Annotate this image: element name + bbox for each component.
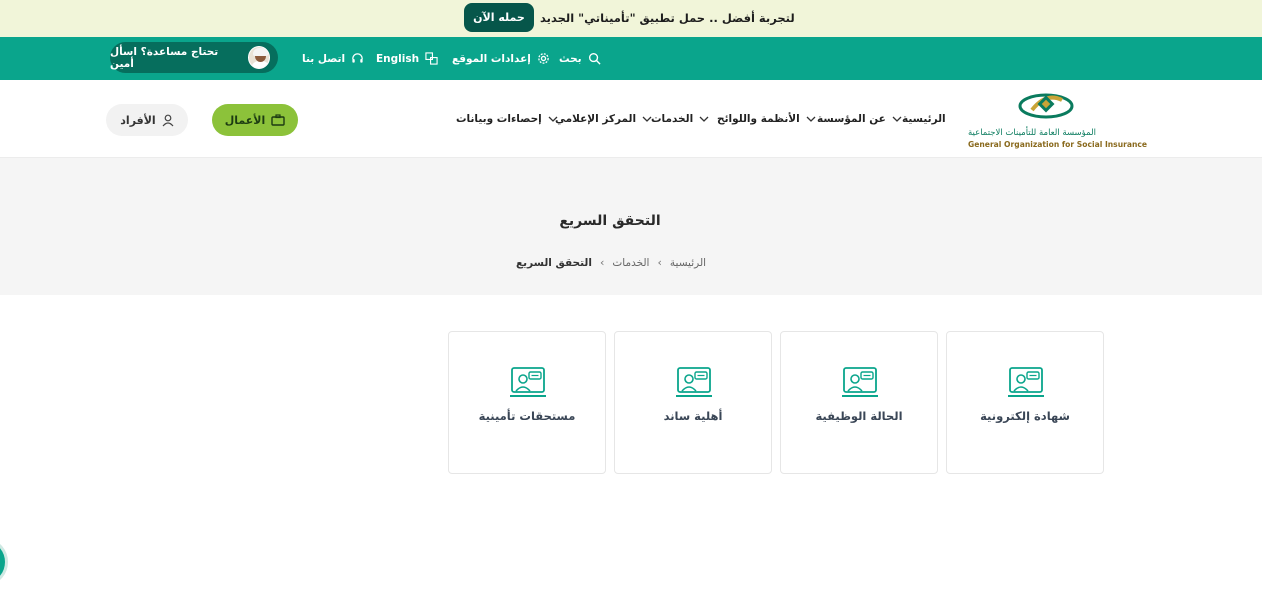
chevron-down-icon <box>806 116 816 122</box>
promo-text: لتجربة أفضل .. حمل تطبيق "تأميناتي" الجد… <box>540 11 795 25</box>
service-card-insurance-dues[interactable]: مستحقات تأمينية <box>448 331 606 474</box>
logo-english-text: General Organization for Social Insuranc… <box>968 140 1148 149</box>
chevron-down-icon <box>892 116 902 122</box>
search-label: بحث <box>559 52 582 65</box>
nav-services-label: الخدمات <box>651 113 694 125</box>
nav-home-label: الرئيسية <box>902 113 946 125</box>
nav-about[interactable]: عن المؤسسة <box>817 113 902 125</box>
business-label: الأعمال <box>224 113 266 127</box>
nav-media[interactable]: المركز الإعلامي <box>555 113 652 125</box>
business-button[interactable]: الأعمال <box>212 104 298 136</box>
search-link[interactable]: بحث <box>559 37 601 80</box>
chevron-left-icon: ‹ <box>657 256 662 269</box>
card-label: أهلية ساند <box>663 409 723 423</box>
contact-link[interactable]: اتصل بنا <box>302 37 364 80</box>
support-agent-icon <box>510 367 546 397</box>
individuals-button[interactable]: الأفراد <box>106 104 188 136</box>
user-icon <box>162 114 174 126</box>
service-card-employment-status[interactable]: الحالة الوظيفية <box>780 331 938 474</box>
card-label: الحالة الوظيفية <box>815 409 903 423</box>
chevron-down-icon <box>699 116 709 122</box>
headset-icon <box>352 53 363 63</box>
nav-services[interactable]: الخدمات <box>651 113 709 125</box>
nav-stats-label: إحصاءات وبيانات <box>456 113 542 125</box>
card-label: شهادة إلكترونية <box>980 409 1070 423</box>
language-label: English <box>376 52 420 65</box>
gear-icon <box>538 53 549 64</box>
nav-media-label: المركز الإعلامي <box>555 113 637 125</box>
page-title: التحقق السريع <box>559 213 661 229</box>
breadcrumb-home[interactable]: الرئيسية <box>670 257 706 269</box>
nav-regulations-label: الأنظمة واللوائح <box>717 113 800 125</box>
contact-label: اتصل بنا <box>302 52 346 65</box>
language-switch[interactable]: English <box>376 37 438 80</box>
breadcrumb-current: التحقق السريع <box>516 256 592 269</box>
settings-label: إعدادات الموقع <box>452 52 531 65</box>
chevron-down-icon <box>642 116 652 122</box>
ask-ameen-button[interactable]: تحتاج مساعدة؟ اسأل أمين <box>110 42 278 73</box>
download-app-button[interactable]: حمله الآن <box>464 3 534 32</box>
assistant-avatar <box>247 46 270 69</box>
chevron-left-icon: ‹ <box>599 256 605 269</box>
card-label: مستحقات تأمينية <box>478 409 576 423</box>
service-card-saned-eligibility[interactable]: أهلية ساند <box>614 331 772 474</box>
nav-about-label: عن المؤسسة <box>817 113 886 125</box>
help-label: تحتاج مساعدة؟ اسأل أمين <box>110 45 219 70</box>
translate-icon <box>425 52 438 65</box>
nav-regulations[interactable]: الأنظمة واللوائح <box>717 113 816 125</box>
support-agent-icon <box>676 367 712 397</box>
promo-banner: لتجربة أفضل .. حمل تطبيق "تأميناتي" الجد… <box>0 0 1262 37</box>
site-settings-link[interactable]: إعدادات الموقع <box>452 37 550 80</box>
support-agent-icon <box>842 367 878 397</box>
chat-fab-button[interactable] <box>0 540 8 584</box>
service-card-e-certificate[interactable]: شهادة إلكترونية <box>946 331 1104 474</box>
chevron-down-icon <box>548 116 558 122</box>
briefcase-icon <box>271 114 285 126</box>
logo-arabic-text: المؤسسة العامة للتأمينات الاجتماعية <box>968 128 1096 138</box>
support-agent-icon <box>1008 367 1044 397</box>
search-icon <box>588 52 601 65</box>
breadcrumb: الرئيسية ‹ الخدمات ‹ التحقق السريع <box>516 256 706 269</box>
breadcrumb-services[interactable]: الخدمات <box>612 257 649 269</box>
nav-home[interactable]: الرئيسية <box>902 113 946 125</box>
individuals-label: الأفراد <box>120 113 156 127</box>
nav-stats[interactable]: إحصاءات وبيانات <box>456 113 558 125</box>
